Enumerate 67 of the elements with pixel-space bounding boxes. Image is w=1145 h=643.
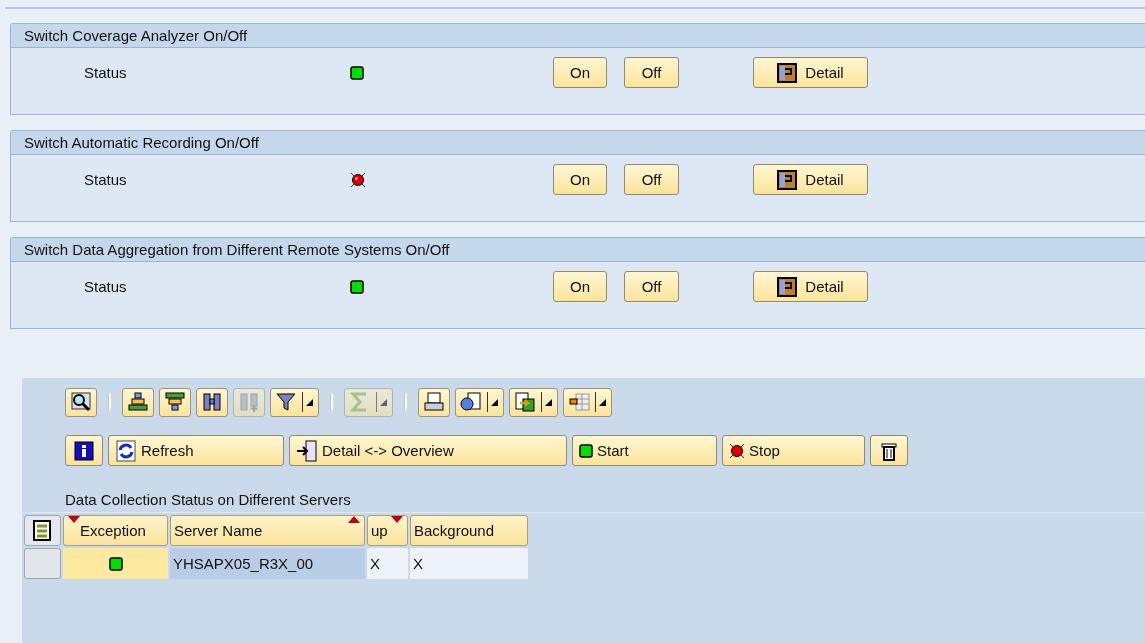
toolbar-button[interactable] xyxy=(563,387,612,417)
panel-title: Switch Coverage Analyzer On/Off xyxy=(11,24,1145,48)
detail-icon xyxy=(777,169,798,190)
panel-title: Switch Automatic Recording On/Off xyxy=(11,131,1145,155)
column-header[interactable]: Exception xyxy=(63,515,168,546)
list-icon xyxy=(32,519,53,542)
detail-icon xyxy=(777,276,798,297)
column-header[interactable]: up xyxy=(367,515,408,546)
caret-icon xyxy=(544,397,553,407)
off-button[interactable]: Off xyxy=(624,164,679,195)
toolbar-button[interactable]: Refresh xyxy=(108,435,284,466)
toolbar-button[interactable]: Detail <-> Overview xyxy=(289,435,567,466)
refresh-icon xyxy=(115,439,137,462)
toolbar-button[interactable] xyxy=(196,387,228,417)
binoculars-plus-icon xyxy=(238,391,260,413)
printer-icon xyxy=(423,391,445,413)
detail-button[interactable]: Detail xyxy=(753,271,868,302)
table-cell: YHSAPX05_R3X_00 xyxy=(170,548,365,579)
column-header[interactable]: Background xyxy=(410,515,528,546)
document-globe-icon xyxy=(460,391,482,413)
off-button[interactable]: Off xyxy=(624,271,679,302)
status-light-icon xyxy=(729,442,745,459)
status-label: Status xyxy=(84,278,128,295)
binoculars-icon xyxy=(201,391,223,413)
magnifier-icon xyxy=(70,391,92,413)
filter-marker-icon xyxy=(68,516,80,523)
trash-icon xyxy=(880,440,898,461)
caret-icon xyxy=(305,397,314,407)
toolbar-button[interactable] xyxy=(418,387,450,417)
detail-button[interactable]: Detail xyxy=(753,57,868,88)
toolbar-button[interactable] xyxy=(270,387,319,417)
grid-title: Data Collection Status on Different Servers xyxy=(65,489,352,510)
caret-icon xyxy=(490,397,499,407)
status-light-icon xyxy=(579,443,593,458)
toolbar-button[interactable] xyxy=(122,387,154,417)
table-cell: X xyxy=(410,548,528,579)
layout-button[interactable] xyxy=(24,515,61,546)
info-icon xyxy=(74,440,94,461)
sort-descending-icon xyxy=(391,516,403,523)
detail-button[interactable]: Detail xyxy=(753,164,868,195)
on-button[interactable]: On xyxy=(553,271,607,302)
panel-title: Switch Data Aggregation from Different Remote Systems On/Off xyxy=(11,238,1145,262)
info-button[interactable] xyxy=(65,435,103,466)
grid-layout-icon xyxy=(568,391,590,413)
toolbar-button[interactable] xyxy=(455,387,504,417)
sort-ascending-icon xyxy=(127,391,149,413)
toolbar-button[interactable]: Start xyxy=(572,435,717,466)
off-button[interactable]: Off xyxy=(624,57,679,88)
delete-button[interactable] xyxy=(870,435,908,466)
sort-descending-icon xyxy=(164,391,186,413)
sort-ascending-icon xyxy=(348,516,360,523)
detail-icon xyxy=(777,62,798,83)
toolbar-button[interactable] xyxy=(65,387,97,417)
toolbar-button[interactable]: Stop xyxy=(722,435,865,466)
caret-icon xyxy=(598,397,607,407)
caret-icon xyxy=(379,397,388,407)
column-header[interactable]: Server Name xyxy=(170,515,365,546)
status-label: Status xyxy=(84,171,128,188)
status-label: Status xyxy=(84,64,128,81)
on-button[interactable]: On xyxy=(553,57,607,88)
table-cell: X xyxy=(367,548,408,579)
document-arrow-icon xyxy=(296,439,318,462)
toolbar-button[interactable] xyxy=(509,387,558,417)
toolbar-button[interactable] xyxy=(159,387,191,417)
funnel-icon xyxy=(275,391,297,413)
export-icon xyxy=(514,391,536,413)
on-button[interactable]: On xyxy=(553,164,607,195)
